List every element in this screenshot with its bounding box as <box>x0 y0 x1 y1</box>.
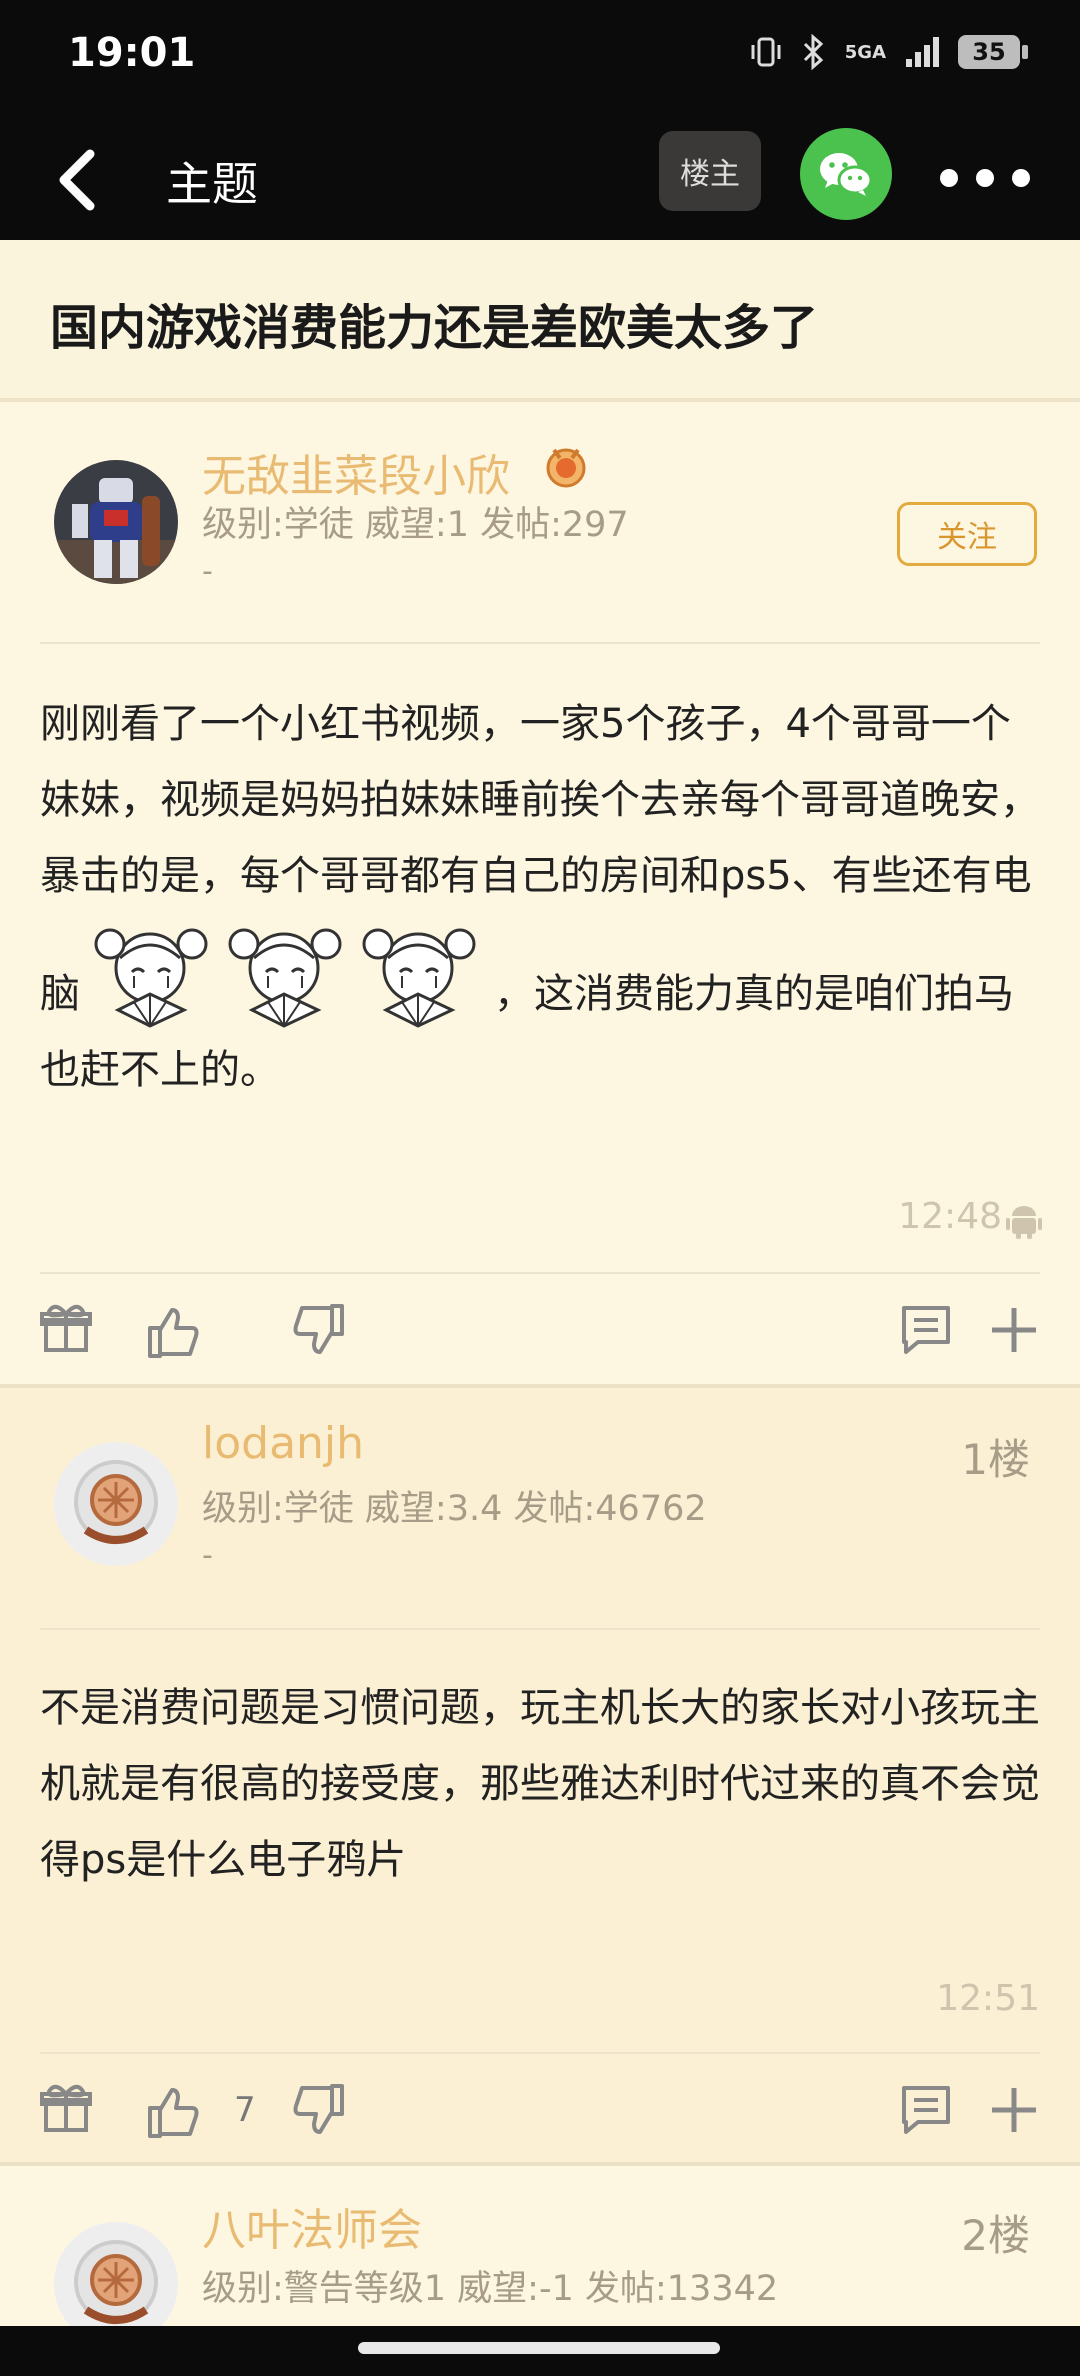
more-dot-icon <box>1012 169 1030 187</box>
status-icons: 5GA 35 <box>749 34 1028 70</box>
topic-header: 国内游戏消费能力还是差欧美太多了 <box>0 240 1080 402</box>
page-title: 主题 <box>166 157 258 211</box>
wechat-icon <box>820 153 873 196</box>
emoji-group <box>88 914 486 1032</box>
add-icon[interactable] <box>986 1302 1042 1358</box>
gift-icon[interactable] <box>38 2080 94 2136</box>
avatar[interactable] <box>54 1442 178 1566</box>
topic-title: 国内游戏消费能力还是差欧美太多了 <box>50 300 819 356</box>
post-actions: 7 <box>0 2058 1080 2158</box>
post-time: 12:51 <box>936 1978 1040 2019</box>
battery-level: 35 <box>972 38 1006 66</box>
comment-icon[interactable] <box>898 1302 954 1358</box>
more-dot-icon <box>940 169 958 187</box>
home-indicator[interactable] <box>358 2342 720 2354</box>
owner-only-button[interactable]: 楼主 <box>659 131 761 211</box>
vibrate-icon <box>751 37 781 67</box>
like-icon[interactable] <box>146 1304 202 1360</box>
avatar[interactable] <box>54 460 178 584</box>
user-signature: - <box>202 554 213 589</box>
username[interactable]: lodanjh <box>202 1418 364 1469</box>
user-medal-icon <box>546 448 586 488</box>
wechat-share-button[interactable] <box>800 128 892 220</box>
gift-icon[interactable] <box>38 1300 94 1356</box>
user-stats: 级别:学徒 威望:1 发帖:297 <box>202 505 629 545</box>
top-nav-bar: 主题 楼主 <box>0 118 1080 240</box>
signal-icon <box>906 37 939 67</box>
back-arrow-icon <box>59 149 95 211</box>
post-actions <box>0 1278 1080 1378</box>
post-time: 12:48 <box>898 1196 1002 1237</box>
status-time: 19:01 <box>68 30 196 76</box>
avatar-gundam-image <box>54 460 178 584</box>
crying-girl-emoji-icon <box>228 928 342 1028</box>
dislike-icon[interactable] <box>290 2082 346 2138</box>
crying-girl-emoji-icon <box>362 928 476 1028</box>
back-button[interactable] <box>46 140 126 220</box>
crying-girl-emoji-icon <box>94 928 208 1028</box>
floor-number: 2楼 <box>961 2211 1030 2260</box>
dislike-icon[interactable] <box>290 1302 346 1358</box>
divider <box>40 1628 1040 1630</box>
divider <box>40 1272 1040 1274</box>
default-avatar-icon <box>54 1442 178 1566</box>
android-icon <box>1006 1206 1042 1239</box>
comment-icon[interactable] <box>898 2082 954 2138</box>
reply-post: lodanjh 1楼 级别:学徒 威望:3.4 发帖:46762 - 不是消费问… <box>0 1388 1080 2162</box>
network-type: 5GA <box>844 41 886 63</box>
add-icon[interactable] <box>986 2082 1042 2138</box>
main-post: 无敌韭菜段小欣 级别:学徒 威望:1 发帖:297 - 关注 刚刚看了一个小红书… <box>0 402 1080 1384</box>
like-icon[interactable] <box>146 2084 202 2140</box>
status-bar: 19:01 5GA 35 <box>0 0 1080 118</box>
username[interactable]: 八叶法师会 <box>202 2194 422 2258</box>
battery-icon: 35 <box>958 35 1028 69</box>
divider <box>40 642 1040 644</box>
floor-number: 1楼 <box>961 1435 1030 1484</box>
user-stats: 级别:警告等级1 威望:-1 发帖:13342 <box>202 2269 779 2309</box>
follow-button[interactable]: 关注 <box>897 502 1037 566</box>
bluetooth-icon <box>803 34 823 70</box>
user-stats: 级别:学徒 威望:3.4 发帖:46762 <box>202 1489 707 1529</box>
username[interactable]: 无敌韭菜段小欣 <box>202 440 510 504</box>
user-signature: - <box>202 1538 213 1573</box>
more-dot-icon <box>976 169 994 187</box>
divider <box>40 2052 1040 2054</box>
post-content: 刚刚看了一个小红书视频，一家5个孩子，4个哥哥一个妹妹，视频是妈妈拍妹妹睡前挨个… <box>40 686 1045 1108</box>
more-options-button[interactable] <box>940 158 1030 198</box>
reply-content: 不是消费问题是习惯问题，玩主机长大的家长对小孩玩主机就是有很高的接受度，那些雅达… <box>40 1685 1040 1883</box>
like-count: 7 <box>234 2090 256 2130</box>
